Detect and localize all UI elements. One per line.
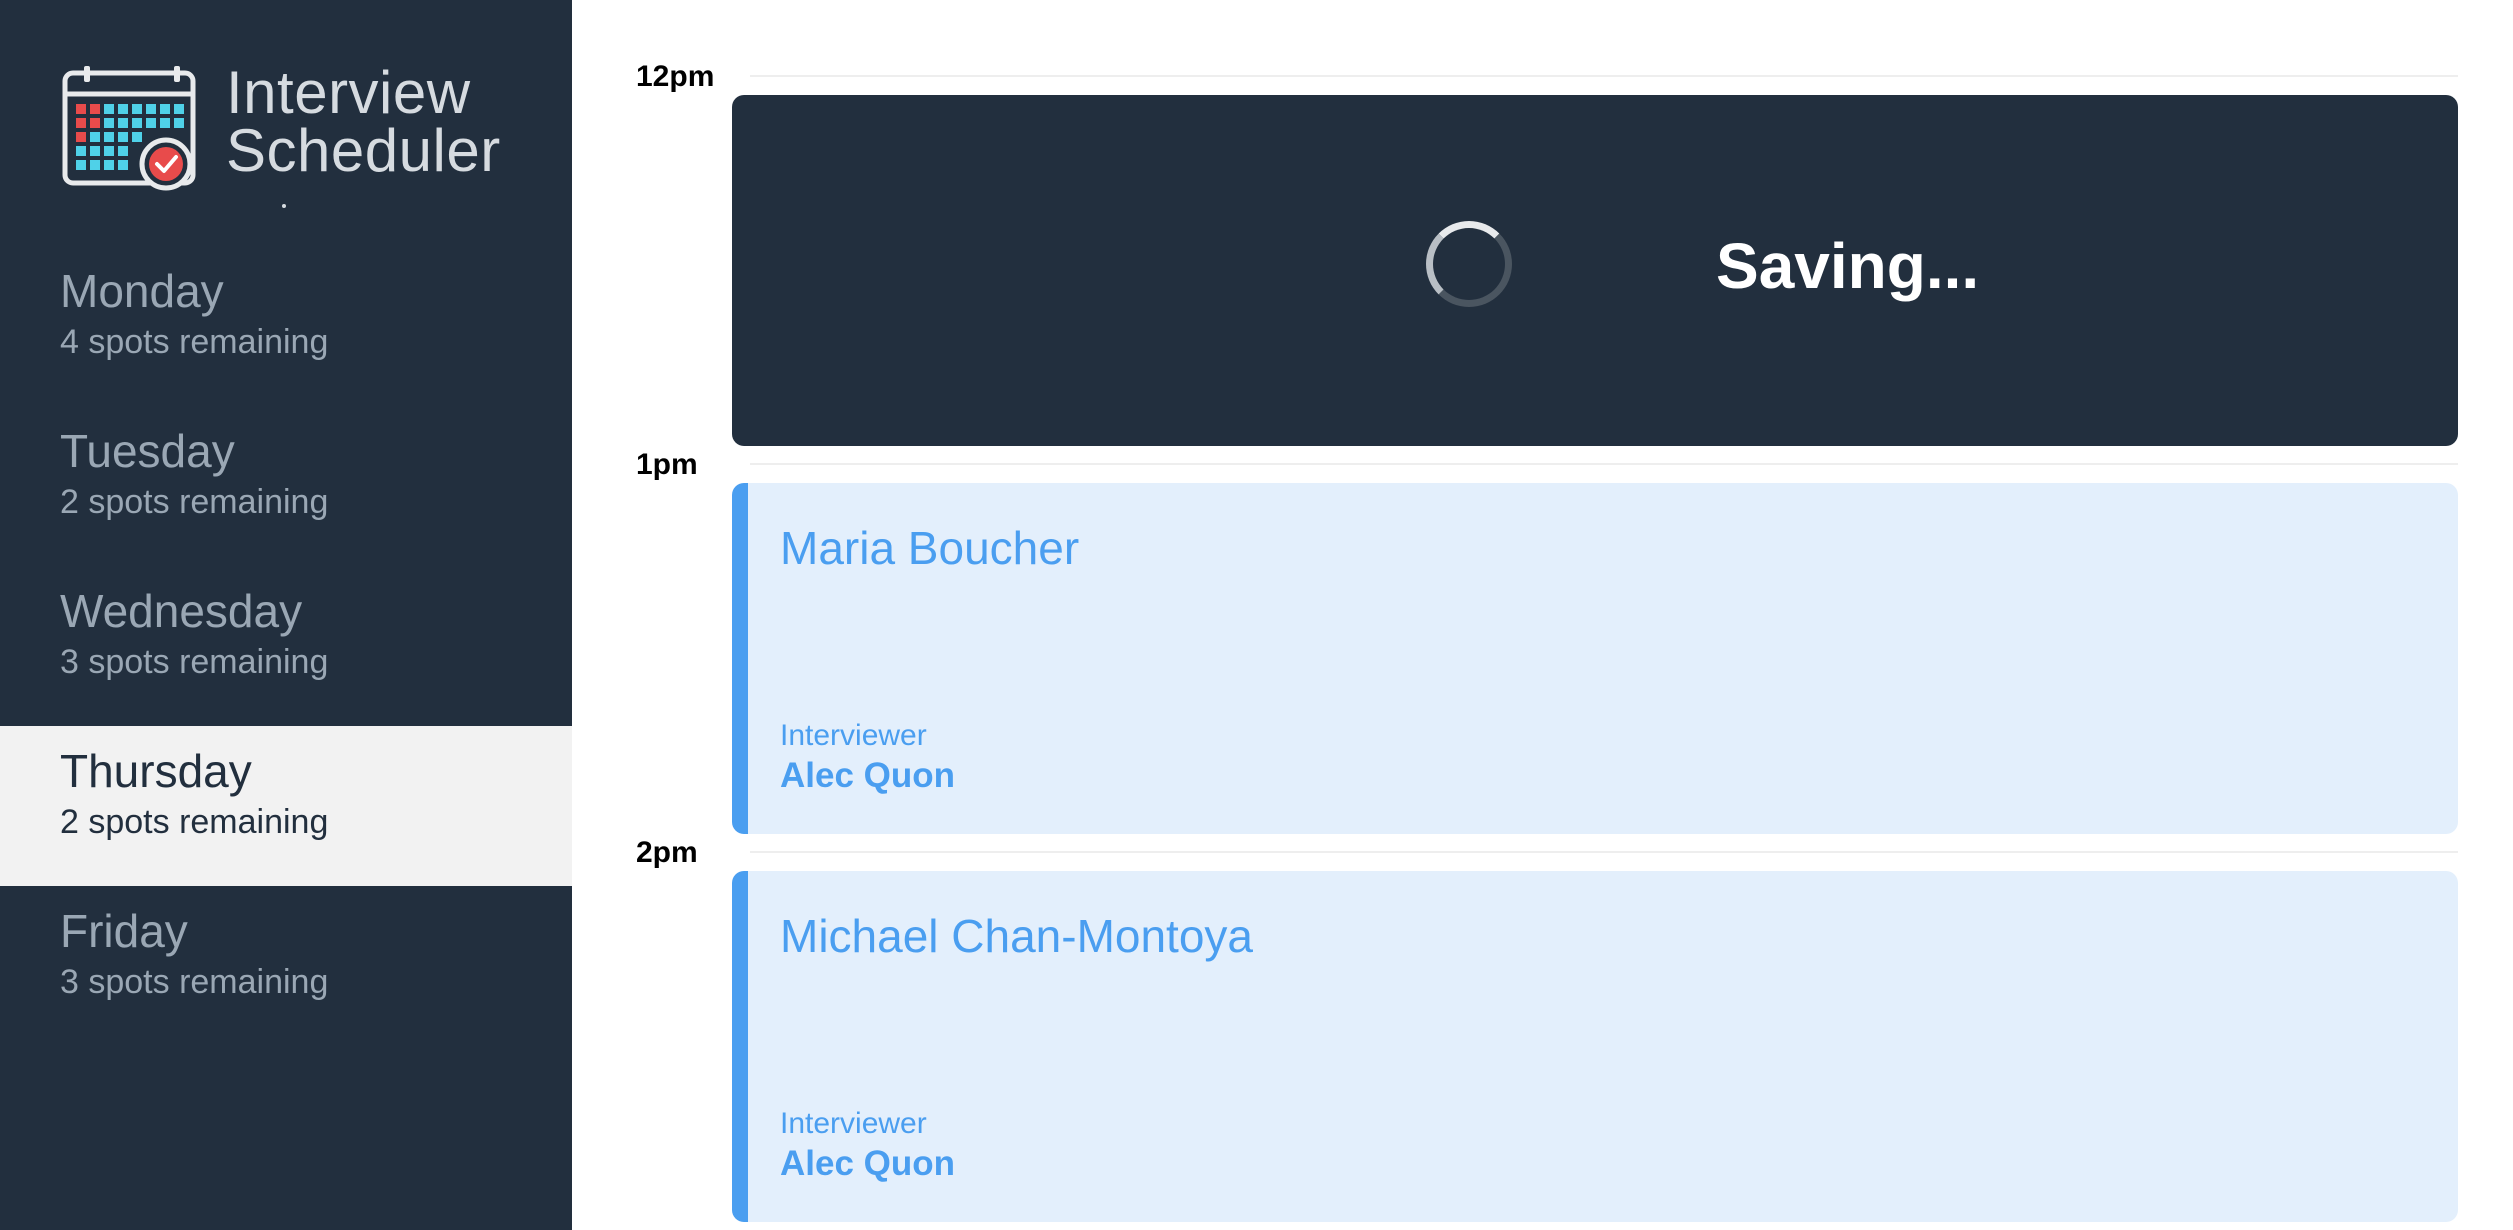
- interviewer-name: Alec Quon: [780, 1144, 956, 1183]
- day-name: Tuesday: [60, 425, 235, 477]
- day-spots: 2 spots remaining: [60, 803, 329, 841]
- interviewer-name: Alec Quon: [780, 756, 956, 795]
- day-item-wednesday[interactable]: Wednesday 3 spots remaining: [0, 566, 572, 726]
- app-title-line2: Scheduler: [226, 117, 501, 184]
- app-title-line1: Interview: [226, 59, 471, 126]
- schedule: 12pm Saving... 1pm Maria Boucher Intervi…: [572, 0, 2513, 1230]
- time-label-2pm: 2pm: [636, 836, 698, 869]
- day-spots: 3 spots remaining: [60, 963, 329, 1001]
- day-item-friday[interactable]: Friday 3 spots remaining: [0, 886, 572, 1046]
- student-name: Michael Chan-Montoya: [780, 910, 1254, 962]
- appointment-card[interactable]: Michael Chan-Montoya Interviewer Alec Qu…: [732, 871, 2458, 1222]
- hour-divider: [750, 851, 2458, 853]
- day-item-tuesday[interactable]: Tuesday 2 spots remaining: [0, 406, 572, 566]
- saving-status-card: Saving...: [732, 95, 2458, 446]
- sidebar: Interview Scheduler Monday 4 spots remai…: [0, 0, 572, 1230]
- day-item-thursday[interactable]: Thursday 2 spots remaining: [0, 726, 572, 886]
- day-item-monday[interactable]: Monday 4 spots remaining: [0, 246, 572, 406]
- time-label-1pm: 1pm: [636, 448, 698, 481]
- day-spots: 2 spots remaining: [60, 483, 329, 521]
- day-name: Wednesday: [60, 585, 303, 637]
- day-name: Friday: [60, 905, 188, 957]
- app-title: Interview Scheduler: [226, 59, 501, 184]
- title-dot: [282, 204, 286, 208]
- day-list: Monday 4 spots remaining Tuesday 2 spots…: [0, 246, 572, 1046]
- hour-divider: [750, 75, 2458, 77]
- loading-spinner-icon: [1426, 221, 1512, 307]
- student-name: Maria Boucher: [780, 522, 1080, 574]
- calendar-check-icon: [62, 66, 196, 191]
- saving-text: Saving...: [1716, 230, 1980, 302]
- day-spots: 3 spots remaining: [60, 643, 329, 681]
- hour-divider: [750, 463, 2458, 465]
- interviewer-label: Interviewer: [780, 719, 927, 752]
- interviewer-label: Interviewer: [780, 1107, 927, 1140]
- app: Interview Scheduler Monday 4 spots remai…: [0, 0, 2513, 1230]
- day-name: Thursday: [60, 745, 252, 797]
- time-label-12pm: 12pm: [636, 60, 715, 93]
- day-name: Monday: [60, 265, 224, 317]
- appointment-card[interactable]: Maria Boucher Interviewer Alec Quon: [732, 483, 2458, 834]
- day-spots: 4 spots remaining: [60, 323, 329, 361]
